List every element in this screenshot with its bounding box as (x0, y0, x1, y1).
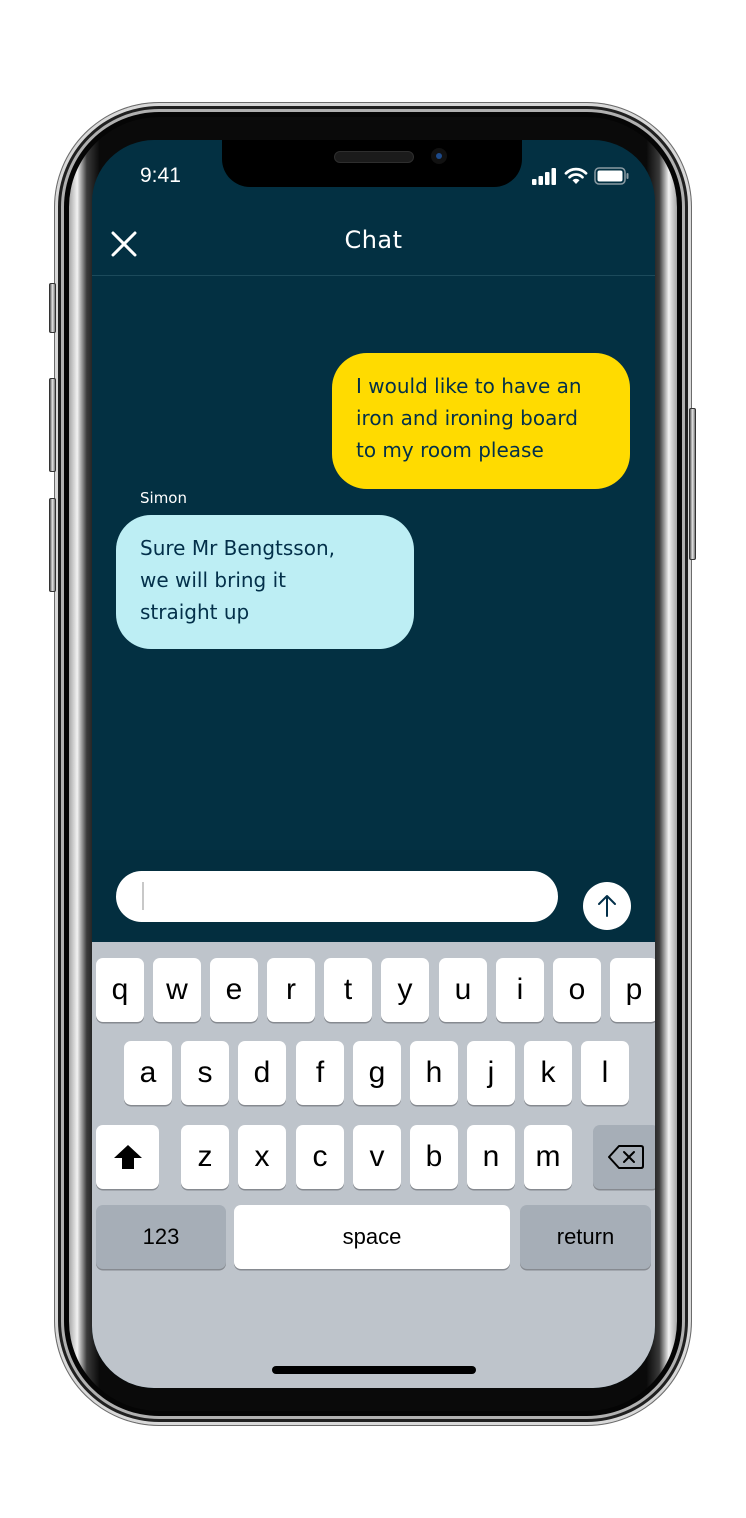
key-k[interactable]: k (524, 1041, 572, 1105)
sender-name: Simon (140, 489, 187, 507)
chat-header: Chat (92, 220, 655, 276)
message-line: we will bring it (140, 568, 287, 592)
key-w[interactable]: w (153, 958, 201, 1022)
delete-backspace-icon (608, 1145, 644, 1169)
key-i[interactable]: i (496, 958, 544, 1022)
message-line: to my room please (356, 438, 544, 462)
key-x[interactable]: x (238, 1125, 286, 1189)
key-h[interactable]: h (410, 1041, 458, 1105)
shift-key[interactable] (96, 1125, 159, 1189)
key-j[interactable]: j (467, 1041, 515, 1105)
key-o[interactable]: o (553, 958, 601, 1022)
key-q[interactable]: q (96, 958, 144, 1022)
message-line: iron and ironing board (356, 406, 578, 430)
key-d[interactable]: d (238, 1041, 286, 1105)
volume-down-button (49, 498, 56, 592)
incoming-message-bubble: Sure Mr Bengtsson, we will bring it stra… (116, 515, 414, 649)
outgoing-message-bubble: I would like to have an iron and ironing… (332, 353, 630, 489)
key-z[interactable]: z (181, 1125, 229, 1189)
key-c[interactable]: c (296, 1125, 344, 1189)
battery-icon (594, 167, 629, 185)
key-b[interactable]: b (410, 1125, 458, 1189)
key-u[interactable]: u (439, 958, 487, 1022)
key-l[interactable]: l (581, 1041, 629, 1105)
status-time: 9:41 (140, 164, 181, 187)
key-s[interactable]: s (181, 1041, 229, 1105)
cellular-signal-icon (532, 167, 556, 185)
delete-key[interactable] (593, 1125, 655, 1189)
return-key[interactable]: return (520, 1205, 651, 1269)
message-composer (92, 850, 655, 942)
send-button[interactable] (583, 882, 631, 930)
front-camera (431, 148, 447, 164)
key-g[interactable]: g (353, 1041, 401, 1105)
key-a[interactable]: a (124, 1041, 172, 1105)
key-v[interactable]: v (353, 1125, 401, 1189)
volume-up-button (49, 378, 56, 472)
home-indicator[interactable] (272, 1366, 476, 1374)
text-caret (142, 882, 144, 910)
arrow-up-icon (598, 895, 616, 917)
phone-screen: 9:41 Chat I would like to have an iron a… (92, 140, 655, 1388)
speaker-grille (334, 151, 414, 163)
notch (222, 140, 522, 187)
space-key[interactable]: space (234, 1205, 510, 1269)
key-n[interactable]: n (467, 1125, 515, 1189)
numbers-key[interactable]: 123 (96, 1205, 226, 1269)
key-m[interactable]: m (524, 1125, 572, 1189)
message-line: I would like to have an (356, 374, 582, 398)
key-y[interactable]: y (381, 958, 429, 1022)
message-list: I would like to have an iron and ironing… (92, 276, 655, 850)
shift-icon (113, 1145, 142, 1169)
message-input[interactable] (116, 871, 558, 922)
keyboard: q w e r t y u i o p a s d f g h j k l z … (92, 942, 655, 1388)
page-title: Chat (344, 226, 403, 254)
key-f[interactable]: f (296, 1041, 344, 1105)
message-line: Sure Mr Bengtsson, (140, 536, 335, 560)
key-t[interactable]: t (324, 958, 372, 1022)
message-line: straight up (140, 600, 250, 624)
key-r[interactable]: r (267, 958, 315, 1022)
power-button (689, 408, 696, 560)
key-e[interactable]: e (210, 958, 258, 1022)
wifi-icon (564, 167, 588, 184)
key-p[interactable]: p (610, 958, 655, 1022)
status-icons (532, 167, 630, 185)
mute-switch (49, 283, 56, 333)
